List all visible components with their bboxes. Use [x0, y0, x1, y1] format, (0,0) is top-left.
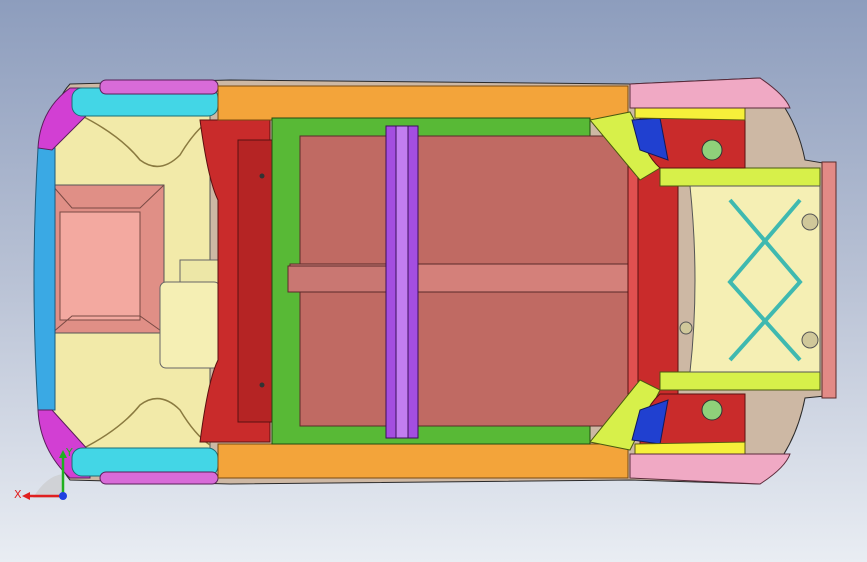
tunnel-block [287, 265, 389, 293]
car-chassis-model[interactable] [0, 0, 867, 562]
front-firewall-edge [627, 149, 639, 413]
front-hub-top [701, 139, 723, 161]
rear-wheel-top-inner [99, 79, 219, 95]
front-hub-bottom [701, 399, 723, 421]
bolt [259, 382, 265, 388]
axis-triad: X Y [14, 446, 73, 501]
front-yellow-bottom [634, 441, 746, 455]
3d-viewport[interactable]: X Y [0, 0, 867, 562]
suspension-top [659, 167, 821, 187]
front-fender-top [629, 77, 791, 109]
engine-bay [689, 185, 821, 373]
suspension-bottom [659, 371, 821, 391]
triad-plane [33, 474, 63, 498]
side-rail-bottom [217, 443, 629, 479]
x-axis-label: X [14, 488, 22, 501]
y-axis-label: Y [65, 446, 73, 459]
engine-mount [801, 213, 819, 231]
crossmember-inner [395, 125, 409, 439]
trunk-box-inner [59, 211, 141, 321]
z-axis-dot [59, 492, 67, 500]
rear-bumper [33, 147, 56, 411]
bolt [259, 173, 265, 179]
tub-block [159, 281, 221, 369]
engine-mount [801, 331, 819, 349]
front-bumper [821, 161, 837, 399]
rear-wheel-bottom-inner [99, 471, 219, 485]
front-yellow-top [634, 107, 746, 121]
x-axis-arrow [22, 492, 30, 500]
side-rail-top [217, 85, 629, 121]
engine-mount [679, 321, 693, 335]
front-fender-bottom [629, 453, 791, 485]
